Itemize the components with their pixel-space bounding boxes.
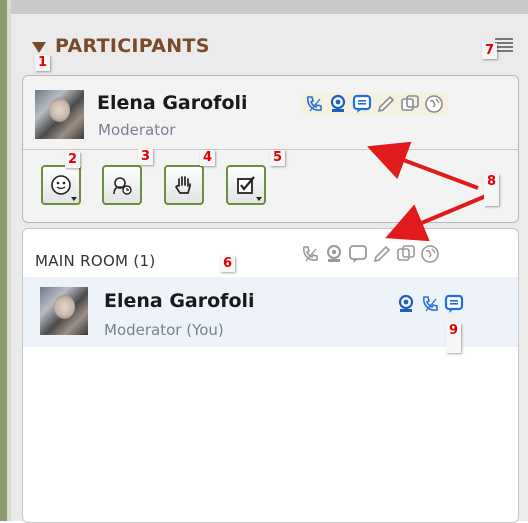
arrow-to-my-icons — [367, 141, 479, 190]
annotation-arrows — [367, 141, 487, 242]
callout-4: 4 — [200, 150, 216, 166]
callout-5: 5 — [270, 150, 286, 166]
callout-3: 3 — [138, 149, 154, 165]
callout-6: 6 — [220, 256, 236, 272]
callout-7: 7 — [482, 43, 498, 59]
callout-9: 9 — [446, 323, 462, 353]
callout-1: 1 — [35, 55, 51, 71]
arrow-to-room-icons — [385, 194, 487, 242]
callout-2: 2 — [65, 152, 81, 168]
callout-8: 8 — [484, 174, 500, 206]
